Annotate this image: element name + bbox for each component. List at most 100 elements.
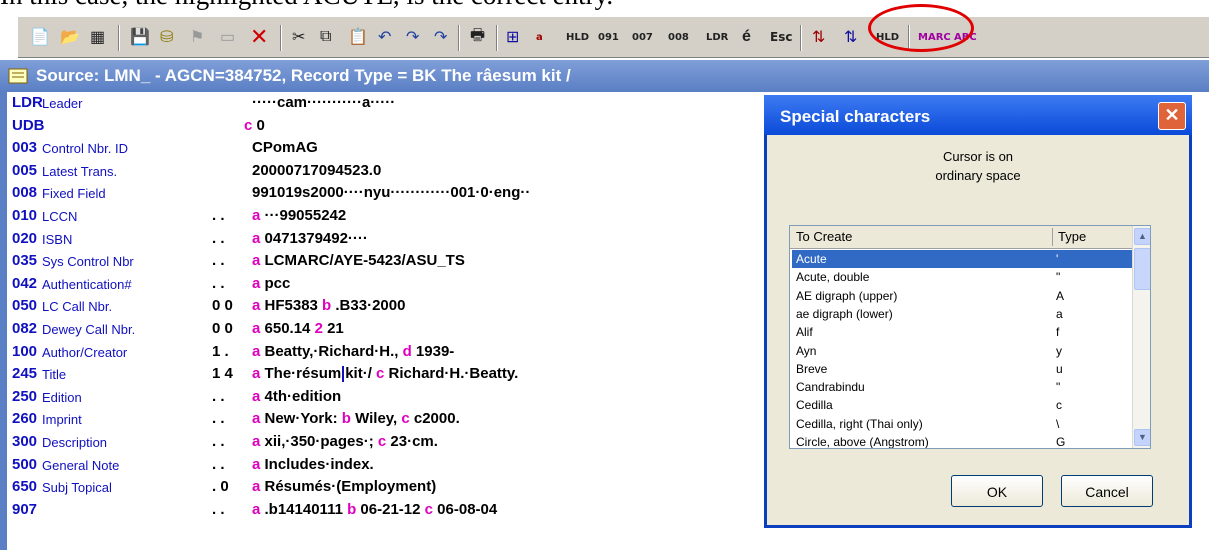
marc-field-245[interactable]: 245 Title 1 4 a The·résum kit·/ c Richard·H.… (12, 365, 812, 385)
field-value[interactable]: a HF5383 b .B33·2000 (252, 297, 405, 314)
paste-icon[interactable]: 📋 (348, 24, 368, 50)
list-item[interactable]: Acute, double " (792, 268, 1134, 286)
field-indicators[interactable]: . . (212, 207, 225, 224)
list-item[interactable]: AE digraph (upper) A (792, 287, 1134, 305)
field-indicators[interactable]: 1 . (212, 343, 229, 360)
marc-field-042[interactable]: 042 Authentication# . . a pcc (12, 275, 812, 295)
list-item[interactable]: Alif f (792, 323, 1134, 341)
print-icon[interactable]: 🖶 (470, 24, 485, 50)
list-item[interactable]: Acute ' (792, 250, 1134, 268)
marc-field-UDB[interactable]: UDB c 0 (12, 117, 812, 137)
field-indicators[interactable]: . . (212, 456, 225, 473)
field-value[interactable]: a Includes·index. (252, 456, 374, 473)
list-item[interactable]: Cedilla, right (Thai only) \ (792, 415, 1134, 433)
marc-field-650[interactable]: 650 Subj Topical . 0 a Résumés·(Employment) (12, 478, 812, 498)
field-value[interactable]: a New·York: b Wiley, c c2000. (252, 410, 460, 427)
marc-field-010[interactable]: 010 LCCN . . a ···99055242 (12, 207, 812, 227)
cut-icon[interactable]: ✂ (292, 24, 305, 50)
field-indicators[interactable]: 1 4 (212, 365, 233, 382)
field-value[interactable]: a Beatty,·Richard·H., d 1939- (252, 343, 454, 360)
insert-field-icon[interactable]: ⊞ (506, 24, 519, 50)
undo-icon[interactable]: ↶ (378, 24, 391, 50)
field-indicators[interactable]: . . (212, 252, 225, 269)
marc-field-500[interactable]: 500 General Note . . a Includes·index. (12, 456, 812, 476)
copy-icon[interactable]: ⧉ (320, 24, 331, 50)
special-characters-list[interactable]: To Create Type Acute ' Acute, double " AE di… (789, 225, 1151, 449)
column-header-type[interactable]: Type (1058, 229, 1086, 244)
field-value[interactable]: a .b14140111 b 06-21-12 c 06-08-04 (252, 501, 497, 518)
field-indicators[interactable]: . . (212, 433, 225, 450)
save-icon[interactable]: 💾 (130, 24, 150, 50)
007-icon[interactable]: 007 (632, 24, 653, 50)
scroll-thumb[interactable] (1134, 248, 1150, 290)
marc-field-035[interactable]: 035 Sys Control Nbr . . a LCMARC/AYE-5423/A… (12, 252, 812, 272)
column-header-to-create[interactable]: To Create (796, 229, 852, 244)
acute-char-icon[interactable]: é (742, 24, 751, 50)
redo-icon[interactable]: ↷ (406, 24, 419, 50)
ok-button[interactable]: OK (951, 475, 1043, 507)
field-value[interactable]: a xii,·350·pages·; c 23·cm. (252, 433, 438, 450)
field-value[interactable]: a Résumés·(Employment) (252, 478, 436, 495)
open-icon[interactable]: 📂 (60, 24, 80, 50)
ldr-icon[interactable]: LDR (706, 24, 728, 50)
scroll-up-icon[interactable]: ▲ (1134, 228, 1150, 245)
list-item[interactable]: ae digraph (lower) a (792, 305, 1134, 323)
marc-field-LDR[interactable]: LDR Leader ·····cam···········a····· (12, 94, 812, 114)
field-indicators[interactable]: . . (212, 501, 225, 518)
field-value[interactable]: a The·résum kit·/ c Richard·H.·Beatty. (252, 365, 518, 383)
grid-icon[interactable]: ▦ (90, 24, 105, 50)
esc-char-icon[interactable]: Esc (770, 24, 792, 50)
field-value[interactable]: c 0 (244, 117, 265, 134)
field-indicators[interactable]: 0 0 (212, 320, 233, 337)
sort-alt-icon[interactable]: ⇅ (844, 24, 857, 50)
008-icon[interactable]: 008 (668, 24, 689, 50)
field-indicators[interactable]: 0 0 (212, 297, 233, 314)
field-value[interactable]: CPomAG (252, 139, 318, 156)
field-indicators[interactable]: . . (212, 388, 225, 405)
new-record-icon[interactable]: 📄 (30, 24, 50, 50)
database-icon[interactable]: ⛁ (160, 24, 173, 50)
card-icon[interactable]: ▭ (220, 24, 235, 50)
marc-field-005[interactable]: 005 Latest Trans. 20000717094523.0 (12, 162, 812, 182)
marc-field-250[interactable]: 250 Edition . . a 4th·edition (12, 388, 812, 408)
field-value[interactable]: a 4th·edition (252, 388, 341, 405)
marc-field-100[interactable]: 100 Author/Creator 1 . a Beatty,·Richard·H.… (12, 343, 812, 363)
flag-icon[interactable]: ⚑ (190, 24, 204, 50)
field-value[interactable]: a LCMARC/AYE-5423/ASU_TS (252, 252, 465, 269)
list-scrollbar[interactable]: ▲ ▼ (1132, 226, 1150, 448)
insert-subfield-icon[interactable]: a (536, 24, 543, 50)
marc-field-907[interactable]: 907 . . a .b14140111 b 06-21-12 c 06-08-04 (12, 501, 812, 521)
sort-icon[interactable]: ⇅ (812, 24, 825, 50)
list-item[interactable]: Breve u (792, 360, 1134, 378)
field-value[interactable]: 991019s2000····nyu············001·0·eng·… (252, 184, 530, 201)
marc-field-050[interactable]: 050 LC Call Nbr. 0 0 a HF5383 b .B33·2000 (12, 297, 812, 317)
field-value[interactable]: a 650.14 2 21 (252, 320, 344, 337)
delete-icon[interactable]: ✕ (250, 24, 268, 50)
list-item[interactable]: Candrabindu " (792, 378, 1134, 396)
marc-field-008[interactable]: 008 Fixed Field 991019s2000····nyu········… (12, 184, 812, 204)
field-value[interactable]: 20000717094523.0 (252, 162, 381, 179)
hld-icon[interactable]: HLD (566, 24, 589, 50)
marc-record-editor[interactable]: LDR Leader ·····cam···········a····· UDB c 0… (12, 94, 812, 550)
redo-alt-icon[interactable]: ↷ (434, 24, 447, 50)
field-value[interactable]: a 0471379492···· (252, 230, 368, 247)
list-item[interactable]: Cedilla c (792, 396, 1134, 414)
list-item[interactable]: Circle, above (Angstrom) G (792, 433, 1134, 448)
close-icon[interactable]: ✕ (1158, 102, 1186, 130)
field-value[interactable]: ·····cam···········a····· (252, 94, 395, 111)
field-indicators[interactable]: . . (212, 275, 225, 292)
field-value[interactable]: a pcc (252, 275, 290, 292)
field-indicators[interactable]: . . (212, 230, 225, 247)
marc-field-260[interactable]: 260 Imprint . . a New·York: b Wiley, c c200… (12, 410, 812, 430)
scroll-down-icon[interactable]: ▼ (1134, 429, 1150, 446)
marc-field-003[interactable]: 003 Control Nbr. ID CPomAG (12, 139, 812, 159)
091-icon[interactable]: 091 (598, 24, 619, 50)
field-value[interactable]: a ···99055242 (252, 207, 346, 224)
list-item[interactable]: Ayn y (792, 342, 1134, 360)
cancel-button[interactable]: Cancel (1061, 475, 1153, 507)
marc-field-020[interactable]: 020 ISBN . . a 0471379492···· (12, 230, 812, 250)
marc-field-082[interactable]: 082 Dewey Call Nbr. 0 0 a 650.14 2 21 (12, 320, 812, 340)
field-indicators[interactable]: . . (212, 410, 225, 427)
marc-field-300[interactable]: 300 Description . . a xii,·350·pages·; c 23… (12, 433, 812, 453)
field-indicators[interactable]: . 0 (212, 478, 229, 495)
